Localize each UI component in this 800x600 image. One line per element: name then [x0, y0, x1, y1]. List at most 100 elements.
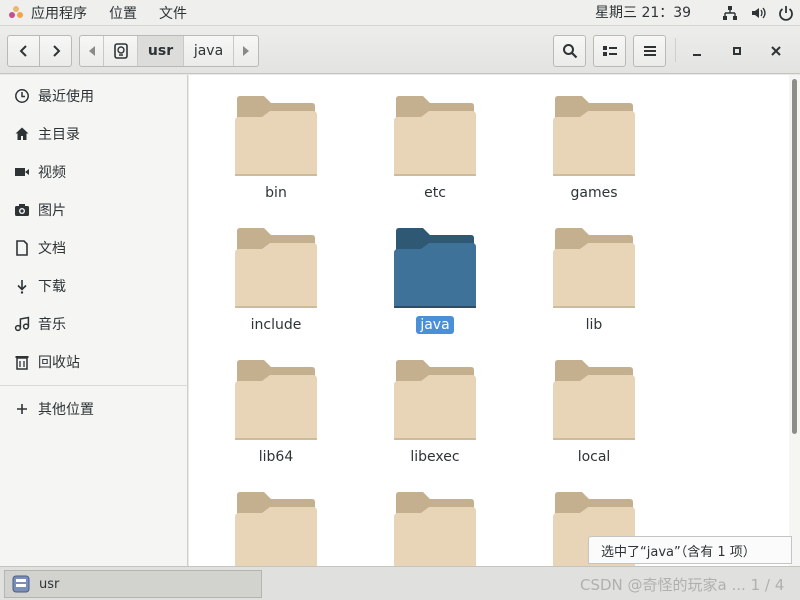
sidebar-item-label: 其他位置	[38, 402, 94, 418]
folder-icon	[553, 360, 635, 440]
file-name-text: lib64	[258, 449, 294, 465]
file-item[interactable]	[376, 471, 486, 566]
sidebar-item-home[interactable]: 主目录	[0, 115, 188, 153]
file-item[interactable]: java	[376, 207, 486, 339]
taskbar-window-usr[interactable]: usr	[4, 570, 262, 598]
sidebar-item-label: 图片	[38, 203, 66, 219]
close-icon	[771, 46, 781, 56]
sidebar: 最近使用 主目录 视频 图片 文档 下载 音乐 回收站 其他位置	[0, 75, 188, 566]
file-name-text: java	[416, 316, 454, 334]
maximize-button[interactable]	[721, 35, 753, 67]
taskbar-window-label: usr	[39, 576, 60, 592]
hamburger-icon	[643, 46, 656, 56]
file-item[interactable]: bin	[217, 75, 327, 207]
forward-button[interactable]	[39, 35, 72, 67]
scrollbar[interactable]	[789, 75, 800, 566]
power-icon[interactable]	[772, 5, 800, 21]
list-view-icon	[602, 46, 617, 56]
file-name-label: lib64	[217, 449, 335, 465]
file-name-label: java	[376, 316, 494, 334]
sidebar-item-videos[interactable]: 视频	[0, 153, 188, 191]
file-manager-icon	[12, 575, 30, 593]
sidebar-item-label: 回收站	[38, 355, 80, 371]
menu-button[interactable]	[633, 35, 666, 67]
sidebar-separator	[0, 385, 188, 386]
minimize-button[interactable]	[681, 35, 713, 67]
trash-icon	[14, 354, 30, 370]
search-button[interactable]	[553, 35, 586, 67]
sidebar-item-label: 文档	[38, 241, 66, 257]
folder-icon	[553, 96, 635, 176]
document-icon	[14, 240, 30, 256]
sidebar-item-label: 音乐	[38, 317, 66, 333]
minimize-icon	[693, 54, 701, 56]
sidebar-item-label: 下载	[38, 279, 66, 295]
file-name-label: libexec	[376, 449, 494, 465]
sidebar-item-label: 视频	[38, 165, 66, 181]
places-menu-label: 位置	[109, 5, 137, 22]
view-toggle-button[interactable]	[593, 35, 626, 67]
clock[interactable]: 星期三 21：39	[595, 0, 691, 26]
sidebar-item-pictures[interactable]: 图片	[0, 191, 188, 229]
folder-icon	[394, 228, 476, 308]
file-name-label: bin	[217, 185, 335, 201]
path-segment-usr[interactable]: usr	[138, 36, 184, 66]
file-view[interactable]: bin etc games include java lib lib64 libexec loc…	[189, 75, 789, 566]
system-tray[interactable]	[716, 0, 800, 26]
sidebar-item-other-locations[interactable]: 其他位置	[0, 390, 188, 428]
folder-icon	[394, 96, 476, 176]
scrollbar-thumb[interactable]	[792, 79, 797, 434]
file-item[interactable]: libexec	[376, 339, 486, 471]
drive-icon	[113, 43, 128, 59]
file-name-text: games	[570, 185, 618, 201]
sidebar-item-music[interactable]: 音乐	[0, 305, 188, 343]
sidebar-item-label: 最近使用	[38, 89, 94, 105]
places-menu[interactable]: 位置	[98, 0, 148, 26]
network-icon[interactable]	[716, 5, 744, 21]
file-item[interactable]: include	[217, 207, 327, 339]
triangle-right-icon	[243, 46, 249, 56]
applications-menu[interactable]: 应用程序	[0, 0, 98, 26]
header-bar: usr java	[0, 26, 800, 74]
file-name-label: local	[535, 449, 653, 465]
sidebar-item-recent[interactable]: 最近使用	[0, 77, 188, 115]
folder-icon	[235, 96, 317, 176]
sidebar-item-trash[interactable]: 回收站	[0, 343, 188, 381]
path-segment-java[interactable]: java	[184, 36, 234, 66]
path-scroll-left[interactable]	[80, 36, 104, 66]
taskbar: usr CSDN @奇怪的玩家a ... 1 / 4	[0, 566, 800, 600]
folder-icon	[553, 228, 635, 308]
file-name-text: bin	[265, 185, 287, 201]
folder-icon	[235, 360, 317, 440]
home-icon	[14, 126, 30, 142]
sidebar-item-downloads[interactable]: 下载	[0, 267, 188, 305]
applications-menu-label: 应用程序	[31, 5, 87, 22]
back-button[interactable]	[7, 35, 40, 67]
sidebar-item-documents[interactable]: 文档	[0, 229, 188, 267]
file-name-label: lib	[535, 317, 653, 333]
sidebar-item-label: 主目录	[38, 127, 80, 143]
watermark: CSDN @奇怪的玩家a ... 1 / 4	[580, 576, 785, 594]
search-icon	[562, 44, 577, 59]
close-button[interactable]	[760, 35, 792, 67]
triangle-left-icon	[88, 46, 95, 56]
folder-icon	[394, 492, 476, 566]
file-item[interactable]: lib64	[217, 339, 327, 471]
path-scroll-right[interactable]	[234, 36, 258, 66]
path-root-button[interactable]	[104, 36, 138, 66]
file-item[interactable]	[217, 471, 327, 566]
file-item[interactable]: local	[535, 339, 645, 471]
chevron-left-icon	[19, 45, 27, 57]
file-item[interactable]: etc	[376, 75, 486, 207]
video-icon	[14, 164, 30, 180]
path-bar[interactable]: usr java	[79, 35, 259, 67]
volume-icon[interactable]	[744, 5, 772, 21]
status-popup: 选中了“java”（含有 1 项）	[588, 536, 792, 564]
camera-icon	[14, 202, 30, 218]
files-menu[interactable]: 文件	[148, 0, 198, 26]
download-icon	[14, 278, 30, 294]
applications-icon	[9, 5, 23, 18]
file-name-text: etc	[424, 185, 446, 201]
file-item[interactable]: games	[535, 75, 645, 207]
file-item[interactable]: lib	[535, 207, 645, 339]
